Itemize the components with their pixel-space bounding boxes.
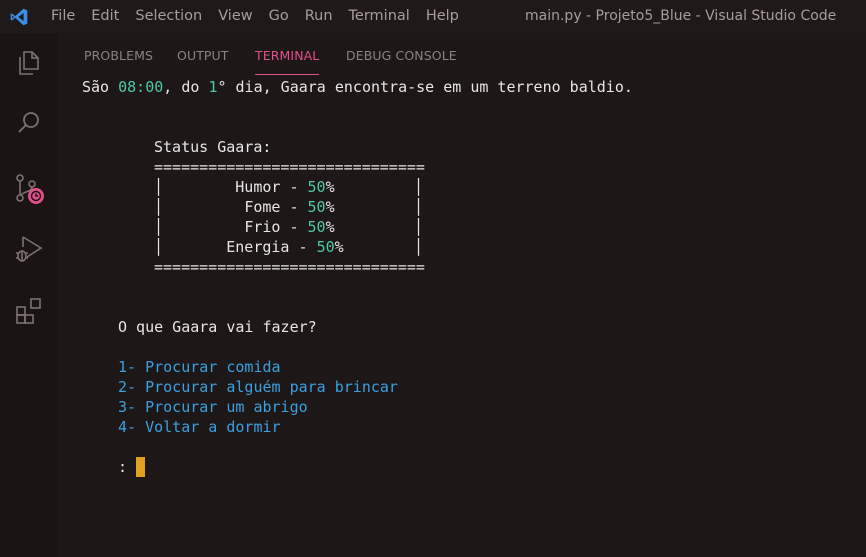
status-bottom-rule: ============================== — [154, 258, 425, 276]
status-label: Humor - — [235, 178, 308, 196]
explorer-icon[interactable] — [0, 35, 58, 91]
status-row-energia: │ Energia - 50% — [154, 238, 344, 256]
status-unit: % — [325, 178, 335, 196]
status-row-humor: │ Humor - 50% — [154, 178, 335, 196]
menu-file[interactable]: File — [38, 0, 83, 33]
status-value: 50 — [307, 218, 326, 236]
tab-terminal-label: TERMINAL — [255, 48, 320, 63]
terminal-output[interactable]: São 08:00, do 1° dia, Gaara encontra-se … — [58, 75, 866, 557]
title-bar: File Edit Selection View Go Run Terminal… — [0, 0, 866, 33]
panel-tabs: PROBLEMS OUTPUT TERMINAL DEBUG CONSOLE — [58, 33, 866, 75]
status-label: Fome - — [244, 198, 308, 216]
status-row-frio: │ Frio - 50% — [154, 218, 335, 236]
status-label: Frio - — [244, 218, 308, 236]
tab-terminal[interactable]: TERMINAL — [255, 33, 320, 75]
intro-text: , do — [163, 78, 209, 96]
status-unit: % — [334, 238, 344, 256]
input-prompt: : — [118, 458, 137, 476]
menu-go[interactable]: Go — [261, 0, 297, 33]
menu-view[interactable]: View — [210, 0, 260, 33]
menu-run[interactable]: Run — [297, 0, 341, 33]
option-4: 4- Voltar a dormir — [118, 418, 281, 436]
intro-line: São 08:00, do 1° dia, Gaara encontra-se … — [82, 77, 633, 97]
menu-edit[interactable]: Edit — [83, 0, 127, 33]
window-title: main.py - Projeto5_Blue - Visual Studio … — [525, 8, 837, 24]
status-title: Status Gaara: — [154, 138, 272, 156]
menu-bar: File Edit Selection View Go Run Terminal… — [38, 0, 467, 33]
status-top-rule: ============================== — [154, 158, 425, 176]
status-unit: % — [325, 198, 335, 216]
option-3: 3- Procurar um abrigo — [118, 398, 308, 416]
menu-terminal[interactable]: Terminal — [341, 0, 418, 33]
status-row-fome: │ Fome - 50% — [154, 198, 335, 216]
menu-help[interactable]: Help — [418, 0, 467, 33]
intro-text: ° dia, Gaara encontra-se em um terreno b… — [217, 78, 633, 96]
box-border: │ — [414, 238, 424, 256]
tab-output[interactable]: OUTPUT — [177, 33, 229, 75]
intro-text: São — [82, 78, 119, 96]
box-border: │ — [414, 198, 424, 216]
intro-time: 08:00 — [118, 78, 164, 96]
box-border: │ — [414, 218, 424, 236]
tab-debug-console[interactable]: DEBUG CONSOLE — [346, 33, 457, 75]
vscode-logo-icon — [0, 0, 38, 33]
extensions-icon[interactable] — [0, 283, 58, 339]
search-icon[interactable] — [0, 95, 58, 151]
activity-bar — [0, 33, 58, 557]
question-text: O que Gaara vai fazer? — [118, 318, 317, 336]
terminal-cursor[interactable] — [136, 457, 145, 477]
box-border: │ — [414, 178, 424, 196]
status-value: 50 — [307, 198, 326, 216]
tab-problems[interactable]: PROBLEMS — [84, 33, 153, 75]
status-label: Energia - — [226, 238, 317, 256]
option-2: 2- Procurar alguém para brincar — [118, 378, 398, 396]
bottom-panel: PROBLEMS OUTPUT TERMINAL DEBUG CONSOLE S… — [58, 33, 866, 557]
source-control-icon[interactable] — [0, 161, 58, 217]
run-debug-icon[interactable] — [0, 221, 58, 277]
option-1: 1- Procurar comida — [118, 358, 281, 376]
status-unit: % — [325, 218, 335, 236]
menu-selection[interactable]: Selection — [127, 0, 210, 33]
status-value: 50 — [307, 178, 326, 196]
status-value: 50 — [316, 238, 335, 256]
